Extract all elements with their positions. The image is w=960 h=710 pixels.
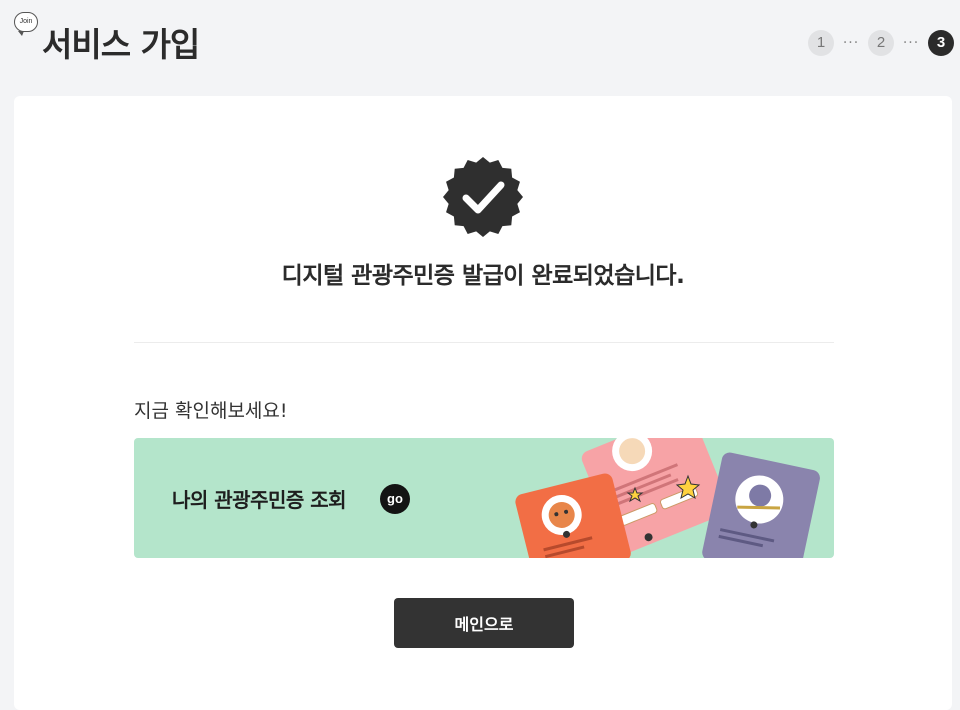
check-now-text: 지금 확인해보세요! (134, 400, 288, 422)
page-header: Join 서비스 가입 1 ··· 2 ··· 3 (0, 0, 960, 96)
go-to-main-button[interactable]: 메인으로 (394, 598, 574, 648)
go-icon: go (380, 484, 410, 514)
my-tourist-card-banner[interactable]: 나의 관광주민증 조회 go (134, 438, 834, 558)
step-2: 2 (868, 30, 894, 56)
step-separator: ··· (842, 35, 860, 51)
content-card: 디지털 관광주민증 발급이 완료되었습니다. 지금 확인해보세요! 나의 관광주… (14, 96, 952, 710)
tourist-cards-illustration (515, 438, 820, 558)
join-speech-bubble-icon: Join (14, 12, 38, 36)
completion-message: 디지털 관광주민증 발급이 완료되었습니다. (281, 263, 685, 289)
banner-label: 나의 관광주민증 조회 (172, 488, 347, 512)
check-badge-icon (443, 157, 523, 237)
page-title: 서비스 가입 (42, 25, 200, 64)
step-1: 1 (808, 30, 834, 56)
step-separator: ··· (902, 35, 920, 51)
step-3-current: 3 (928, 30, 954, 56)
divider (134, 342, 834, 343)
step-indicator: 1 ··· 2 ··· 3 (808, 30, 954, 56)
